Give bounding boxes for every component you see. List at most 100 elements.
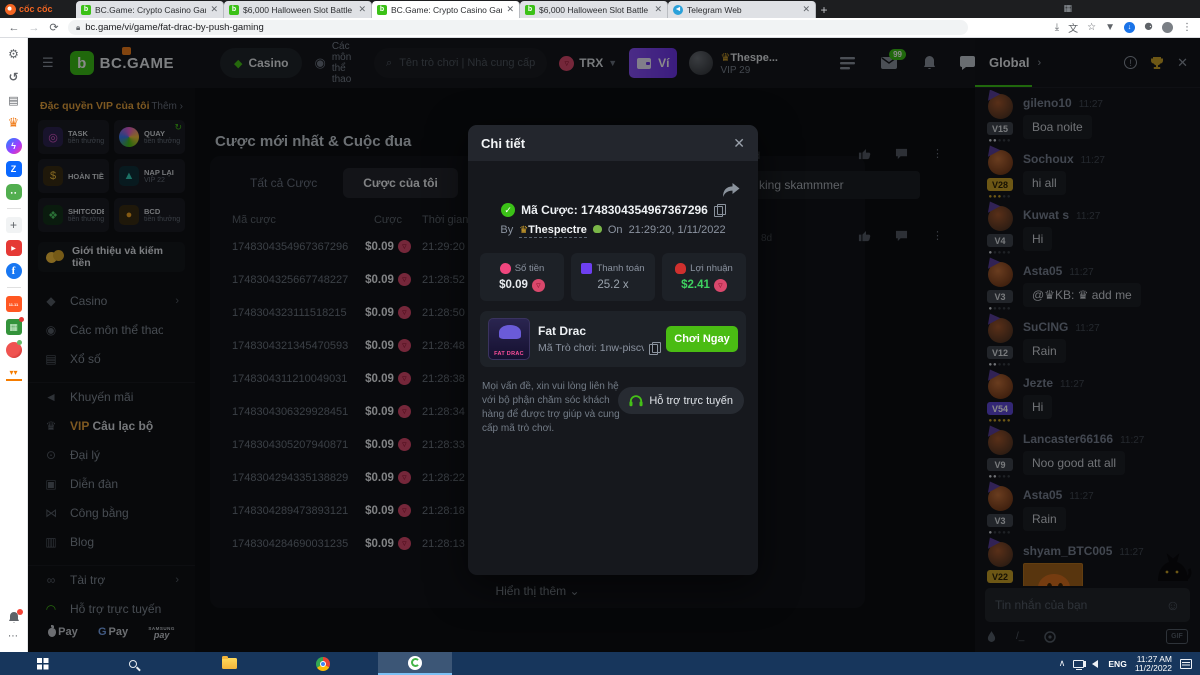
bet-stat-box: Lợi nhuận $2.41	[662, 253, 746, 301]
taskbar-date: 11/2/2022	[1135, 664, 1172, 673]
browser-tab[interactable]: ◄ Telegram Web ✕	[668, 1, 816, 18]
url-bar[interactable]: 🔒︎ bc.game/vi/game/fat-drac-by-push-gami…	[68, 20, 968, 35]
tab-close-icon[interactable]: ✕	[506, 4, 514, 15]
bcgame-site: ☰ b BC.GAME ◆ Casino ◉ Các môn thể thao …	[28, 38, 1200, 652]
tab-search-icon[interactable]: ▦	[1063, 3, 1072, 14]
play-now-button[interactable]: Chơi Ngay	[666, 326, 738, 352]
reload-button[interactable]: ⟳	[44, 21, 64, 34]
messenger-icon[interactable]	[6, 138, 22, 154]
frog-icon	[593, 225, 602, 233]
trx-coin-icon	[532, 279, 545, 292]
vip-crown-icon[interactable]	[6, 115, 22, 131]
tab-title: Telegram Web	[687, 5, 798, 15]
save-page-icon[interactable]: ⤓	[1055, 22, 1059, 33]
browser-sidebar-bottom: ⋯	[7, 611, 21, 652]
history-icon[interactable]	[6, 69, 22, 85]
browser-tab[interactable]: b $6,000 Halloween Slot Battle ✕	[224, 1, 372, 18]
cart-icon[interactable]	[6, 365, 22, 381]
extensions-icon[interactable]: ⚈	[1144, 22, 1153, 33]
forward-button[interactable]: →	[24, 22, 44, 34]
tab-favicon: ◄	[673, 5, 683, 15]
game-thumbnail[interactable]: FAT DRAC	[488, 318, 530, 360]
taskbar-search-button[interactable]	[118, 652, 148, 675]
support-note: Mọi vấn đề, xin vui lòng liên hệ với bộ …	[482, 380, 634, 436]
copy-icon[interactable]	[649, 342, 658, 354]
zalo-icon[interactable]	[6, 161, 22, 177]
bet-code-text: Mã Cược: 1748304354967367296	[521, 203, 708, 217]
browser-tab-strip: cốc cốc b BC.Game: Crypto Casino Gan ✕ b…	[0, 0, 1200, 18]
volume-icon[interactable]	[1092, 660, 1098, 668]
tab-title: $6,000 Halloween Slot Battle	[539, 5, 650, 15]
tab-title: BC.Game: Crypto Casino Gan	[95, 5, 206, 15]
coccoc-brand-label: cốc cốc	[19, 4, 53, 14]
download-icon[interactable]: ↓	[1124, 22, 1135, 33]
modal-header: Chi tiết ✕	[468, 125, 758, 161]
new-tab-button[interactable]: +	[816, 2, 832, 18]
bet-author-link[interactable]: ♛Thespectre	[519, 224, 587, 238]
bet-stat-box: Thanh toán 25.2 x	[571, 253, 655, 301]
translate-icon[interactable]: 文	[1068, 20, 1078, 35]
windows-taskbar: ∧ ENG 11:27 AM 11/2/2022	[0, 652, 1200, 675]
file-explorer-button[interactable]	[214, 652, 244, 675]
facebook-icon[interactable]	[6, 263, 22, 279]
coccoc-button-active[interactable]	[378, 652, 452, 675]
tab-close-icon[interactable]: ✕	[654, 4, 662, 15]
notifications-icon[interactable]	[7, 611, 21, 625]
url-text: bc.game/vi/game/fat-drac-by-push-gaming	[85, 22, 263, 33]
modal-title: Chi tiết	[481, 136, 525, 151]
stat-value: $2.41	[681, 279, 710, 291]
close-icon[interactable]: ✕	[733, 135, 745, 152]
divider	[7, 287, 21, 288]
tray-expand-icon[interactable]: ∧	[1059, 658, 1066, 669]
bet-details-modal: Chi tiết ✕ ✓ Mã Cược: 174830435496736729…	[468, 125, 758, 575]
browser-menu-icon[interactable]: ⋮	[1182, 22, 1192, 33]
browser-tab[interactable]: b $6,000 Halloween Slot Battle ✕	[520, 1, 668, 18]
tab-favicon: b	[525, 5, 535, 15]
live-support-button[interactable]: Hỗ trợ trực tuyến	[618, 387, 744, 414]
taskbar-clock[interactable]: 11:27 AM 11/2/2022	[1135, 655, 1172, 673]
reading-list-icon[interactable]	[6, 92, 22, 108]
address-bar-icons: ⤓ 文 ☆ ▼ ↓ ⚈ ⋮	[1047, 20, 1200, 35]
back-button[interactable]: ←	[4, 22, 24, 34]
chrome-button[interactable]	[308, 652, 338, 675]
gift-icon[interactable]	[6, 319, 22, 335]
share-icon[interactable]	[722, 183, 740, 203]
coccoc-logo-icon	[5, 4, 16, 15]
games-icon[interactable]	[6, 184, 22, 200]
bet-author-line: By ♛Thespectre On 21:29:20, 1/11/2022	[468, 224, 758, 238]
promo-icon[interactable]	[6, 342, 22, 358]
game-code: Mã Trò chơi: 1nw-piscv5v...	[538, 342, 644, 354]
start-button[interactable]	[28, 652, 58, 675]
youtube-icon[interactable]	[6, 240, 22, 256]
browser-sidebar: ⋯	[0, 38, 28, 652]
trx-coin-icon	[714, 279, 727, 292]
bookmark-star-icon[interactable]: ☆	[1087, 22, 1096, 33]
add-shortcut-icon[interactable]	[6, 217, 22, 233]
tab-close-icon[interactable]: ✕	[358, 4, 366, 15]
tab-close-icon[interactable]: ✕	[210, 4, 218, 15]
stat-label: Số tiền	[515, 263, 545, 274]
action-center-icon[interactable]	[1180, 659, 1192, 669]
stat-icon	[500, 263, 511, 274]
language-indicator[interactable]: ENG	[1108, 659, 1126, 669]
screen: cốc cốc b BC.Game: Crypto Casino Gan ✕ b…	[0, 0, 1200, 675]
tab-title: $6,000 Halloween Slot Battle	[243, 5, 354, 15]
tab-favicon: b	[81, 5, 91, 15]
more-icon[interactable]: ⋯	[8, 631, 19, 642]
browser-tab[interactable]: b BC.Game: Crypto Casino Gan ✕	[372, 1, 520, 18]
sale-icon[interactable]	[6, 296, 22, 312]
profile-avatar[interactable]	[1162, 22, 1173, 33]
tab-favicon: b	[229, 5, 239, 15]
bet-datetime: 21:29:20, 1/11/2022	[629, 224, 726, 236]
copy-icon[interactable]	[714, 204, 725, 216]
game-card: FAT DRAC Fat Drac Mã Trò chơi: 1nw-piscv…	[480, 311, 746, 367]
game-thumb-caption: FAT DRAC	[489, 351, 529, 357]
tab-close-icon[interactable]: ✕	[802, 4, 810, 15]
browser-tab[interactable]: b BC.Game: Crypto Casino Gan ✕	[76, 1, 224, 18]
tab-favicon: b	[377, 5, 387, 15]
stat-value: 25.2 x	[597, 279, 628, 291]
shield-icon[interactable]: ▼	[1105, 22, 1115, 33]
stat-label: Lợi nhuận	[690, 263, 733, 274]
settings-icon[interactable]	[6, 46, 22, 62]
headphones-icon	[629, 394, 643, 407]
